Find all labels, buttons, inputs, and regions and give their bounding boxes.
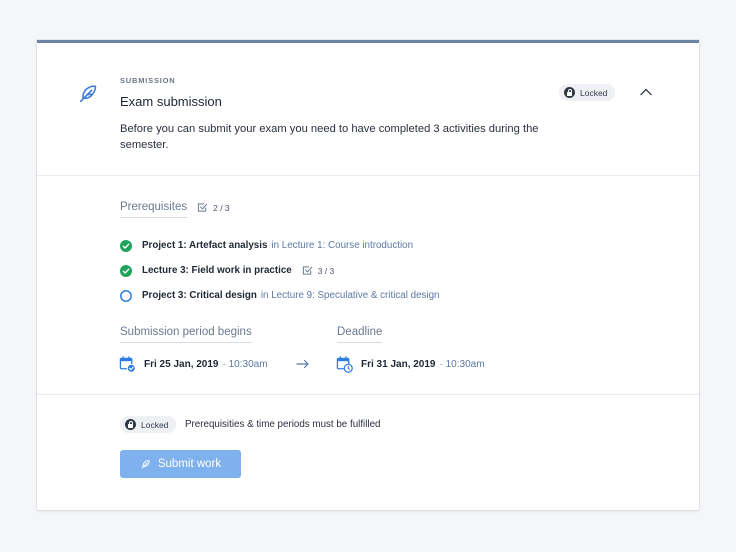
- lock-icon: [564, 87, 575, 98]
- calendar-check-icon: [119, 356, 136, 373]
- status-badge-label: Locked: [580, 87, 608, 98]
- prerequisite-name: Project 1: Artefact analysis: [142, 240, 268, 251]
- start-date-value: Fri 25 Jan, 2019: [144, 359, 219, 370]
- prerequisite-count: 3 / 3: [302, 265, 335, 276]
- status-badge: Locked: [120, 416, 177, 433]
- prerequisite-context-link[interactable]: in Lecture 1: Course introduction: [271, 240, 413, 251]
- section-overline: SUBMISSION: [120, 76, 176, 85]
- submit-work-button[interactable]: Submit work: [120, 450, 241, 478]
- start-date: Fri 25 Jan, 2019 · 10:30am: [119, 356, 268, 373]
- deadline-heading: Deadline: [337, 326, 383, 343]
- checkbox-icon: [197, 203, 208, 212]
- page-title: Exam submission: [120, 94, 222, 109]
- prerequisites-count: 2 / 3: [197, 202, 230, 213]
- requirements-message: Prerequisities & time periods must be fu…: [185, 419, 381, 430]
- calendar-clock-icon: [336, 356, 353, 373]
- submission-period-heading: Submission period begins: [120, 326, 252, 343]
- lock-icon: [125, 419, 136, 430]
- list-item[interactable]: Project 3: Critical design in Lecture 9:…: [120, 283, 440, 308]
- empty-circle-icon: [120, 289, 132, 302]
- prerequisites-list: Project 1: Artefact analysis in Lecture …: [120, 233, 440, 308]
- submission-card: SUBMISSION Exam submission Locked Before…: [37, 40, 699, 510]
- submit-work-label: Submit work: [157, 458, 222, 470]
- status-badge-label: Locked: [141, 419, 169, 430]
- prerequisite-name: Project 3: Critical design: [142, 290, 257, 301]
- start-time-value: · 10:30am: [222, 359, 268, 370]
- checkbox-icon: [302, 266, 312, 275]
- prerequisite-count-label: 3 / 3: [317, 265, 335, 276]
- deadline-date: Fri 31 Jan, 2019 · 10:30am: [336, 356, 485, 373]
- deadline-time-value: · 10:30am: [439, 359, 485, 370]
- feather-icon: [79, 85, 97, 103]
- feather-icon: [141, 459, 150, 469]
- divider: [37, 394, 699, 395]
- prerequisites-heading: Prerequisites: [120, 201, 188, 218]
- divider: [37, 175, 699, 176]
- description-text: Before you can submit your exam you need…: [120, 123, 539, 151]
- prerequisites-header: Prerequisites 2 / 3: [120, 201, 230, 218]
- check-circle-icon: [120, 264, 132, 277]
- list-item[interactable]: Lecture 3: Field work in practice 3 / 3: [120, 258, 440, 283]
- deadline-date-value: Fri 31 Jan, 2019: [361, 359, 436, 370]
- list-item[interactable]: Project 1: Artefact analysis in Lecture …: [120, 233, 440, 258]
- chevron-up-icon[interactable]: [638, 85, 654, 99]
- prerequisite-name: Lecture 3: Field work in practice: [142, 265, 292, 276]
- arrow-right-icon: [296, 359, 309, 369]
- check-circle-icon: [120, 239, 132, 252]
- status-badge: Locked: [559, 84, 616, 101]
- prerequisites-count-label: 2 / 3: [213, 202, 230, 213]
- prerequisite-context-link[interactable]: in Lecture 9: Speculative & critical des…: [261, 290, 440, 301]
